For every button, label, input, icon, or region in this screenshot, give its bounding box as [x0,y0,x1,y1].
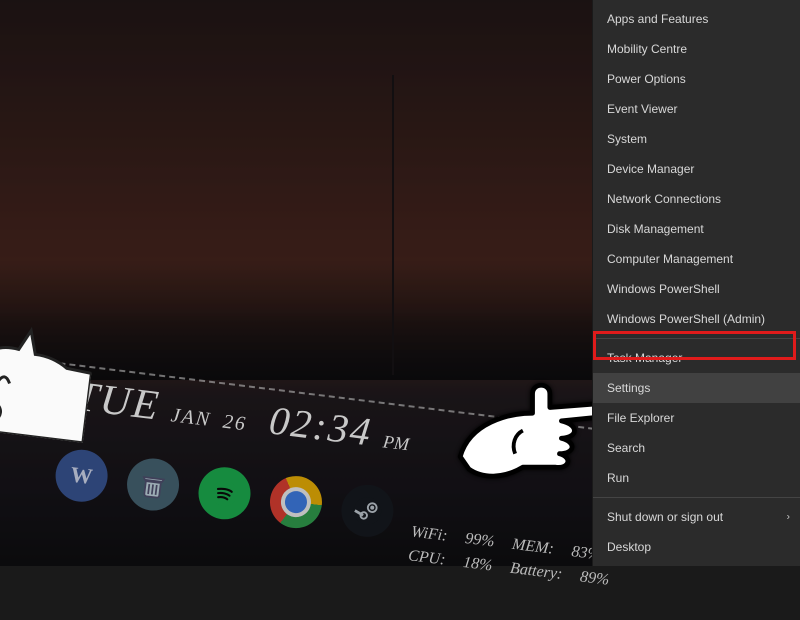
menu-item-windows-powershell[interactable]: Windows PowerShell [593,274,800,304]
pointing-hand-icon [455,365,610,500]
chevron-right-icon: › [787,512,790,523]
menu-item-label: Run [607,471,629,485]
menu-item-label: Windows PowerShell (Admin) [607,312,765,326]
menu-item-label: Search [607,441,645,455]
menu-item-label: Task Manager [607,351,682,365]
bat-value: 89% [579,568,610,588]
trash-icon[interactable] [124,456,182,514]
menu-item-power-options[interactable]: Power Options [593,64,800,94]
menu-item-search[interactable]: Search [593,433,800,463]
spotify-icon[interactable] [196,464,254,522]
menu-item-device-manager[interactable]: Device Manager [593,154,800,184]
menu-item-label: Mobility Centre [607,42,687,56]
menu-item-apps-and-features[interactable]: Apps and Features [593,4,800,34]
menu-item-label: Desktop [607,540,651,554]
menu-item-label: System [607,132,647,146]
steam-icon[interactable] [338,482,396,540]
clock-month: JAN [170,404,213,432]
menu-item-label: Apps and Features [607,12,708,26]
cat-widget [0,319,96,443]
menu-item-label: Power Options [607,72,686,86]
menu-item-label: File Explorer [607,411,674,425]
cpu-value: 18% [462,554,493,574]
wifi-value: 99% [464,530,495,550]
menu-item-shut-down-or-sign-out[interactable]: Shut down or sign out › [593,502,800,532]
clock-daynum: 26 [222,411,249,437]
menu-item-mobility-centre[interactable]: Mobility Centre [593,34,800,64]
winx-context-menu: Apps and Features Mobility Centre Power Op… [592,0,800,566]
menu-item-label: Computer Management [607,252,733,266]
menu-item-settings[interactable]: Settings [593,373,800,403]
menu-item-run[interactable]: Run [593,463,800,493]
word-icon[interactable]: W [53,447,111,505]
menu-item-label: Device Manager [607,162,694,176]
menu-item-label: Event Viewer [607,102,677,116]
menu-item-file-explorer[interactable]: File Explorer [593,403,800,433]
chrome-icon[interactable] [267,473,325,531]
menu-item-desktop[interactable]: Desktop [593,532,800,562]
menu-item-label: Shut down or sign out [607,510,723,524]
menu-item-label: Disk Management [607,222,704,236]
menu-item-event-viewer[interactable]: Event Viewer [593,94,800,124]
menu-item-network-connections[interactable]: Network Connections [593,184,800,214]
menu-item-system[interactable]: System [593,124,800,154]
mem-label: MEM: [511,536,555,558]
menu-separator [593,497,800,498]
menu-item-task-manager[interactable]: Task Manager [593,343,800,373]
menu-item-disk-management[interactable]: Disk Management [593,214,800,244]
menu-item-computer-management[interactable]: Computer Management [593,244,800,274]
clock-time: 02:34 [267,396,375,455]
menu-item-windows-powershell-admin[interactable]: Windows PowerShell (Admin) [593,304,800,334]
clock-ampm: PM [382,431,410,455]
menu-separator [593,338,800,339]
wifi-label: WiFi: [410,523,448,544]
menu-item-label: Settings [607,381,650,395]
cpu-label: CPU: [407,547,446,568]
bat-label: Battery: [509,560,563,583]
menu-item-label: Windows PowerShell [607,282,720,296]
menu-item-label: Network Connections [607,192,721,206]
